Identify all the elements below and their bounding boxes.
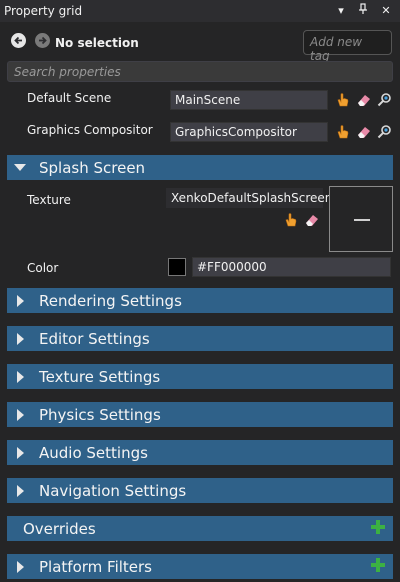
section-navigation-settings[interactable]: Navigation Settings: [7, 478, 393, 503]
chevron-right-icon: [17, 561, 24, 573]
section-audio-settings[interactable]: Audio Settings: [7, 440, 393, 465]
graphics-compositor-label: Graphics Compositor: [27, 123, 153, 137]
hand-pointer-icon[interactable]: [335, 92, 351, 108]
chevron-right-icon: [17, 409, 24, 421]
section-editor-settings[interactable]: Editor Settings: [7, 326, 393, 351]
add-icon[interactable]: [371, 520, 385, 534]
section-title: Splash Screen: [39, 159, 146, 177]
forward-button[interactable]: [35, 33, 50, 48]
color-value-field[interactable]: #FF000000: [192, 257, 391, 277]
texture-field[interactable]: XenkoDefaultSplashScreen: [166, 188, 332, 208]
select-asset-icon[interactable]: [377, 92, 393, 108]
chevron-right-icon: [17, 371, 24, 383]
arrow-left-icon: [14, 36, 22, 45]
window-title: Property grid: [4, 4, 83, 18]
section-title: Platform Filters: [39, 558, 152, 576]
section-platform-filters[interactable]: Platform Filters: [7, 554, 393, 579]
texture-label: Texture: [27, 193, 71, 207]
add-icon[interactable]: [371, 558, 385, 572]
section-title: Audio Settings: [39, 444, 148, 462]
section-texture-settings[interactable]: Texture Settings: [7, 364, 393, 389]
eraser-icon[interactable]: [356, 124, 372, 140]
eraser-icon[interactable]: [356, 92, 372, 108]
chevron-down-icon: [14, 164, 26, 171]
arrow-right-icon: [39, 36, 47, 45]
texture-preview[interactable]: [329, 186, 393, 252]
search-properties-input[interactable]: Search properties: [7, 61, 393, 82]
back-button[interactable]: [11, 33, 26, 48]
dropdown-arrow-icon[interactable]: ▾: [334, 3, 348, 19]
section-title: Rendering Settings: [39, 292, 182, 310]
section-title: Texture Settings: [39, 368, 161, 386]
default-scene-field[interactable]: MainScene: [170, 90, 328, 110]
default-scene-label: Default Scene: [27, 91, 112, 105]
chevron-right-icon: [17, 485, 24, 497]
section-physics-settings[interactable]: Physics Settings: [7, 402, 393, 427]
empty-preview-icon: [354, 219, 370, 221]
pin-icon[interactable]: [356, 3, 370, 19]
title-bar: Property grid ▾ ✕: [0, 0, 400, 22]
section-rendering-settings[interactable]: Rendering Settings: [7, 288, 393, 313]
color-swatch[interactable]: [168, 258, 186, 276]
chevron-right-icon: [17, 447, 24, 459]
section-title: Editor Settings: [39, 330, 150, 348]
section-overrides[interactable]: Overrides: [7, 516, 393, 541]
section-title: Physics Settings: [39, 406, 161, 424]
select-asset-icon[interactable]: [377, 124, 393, 140]
section-title: Navigation Settings: [39, 482, 187, 500]
add-tag-input[interactable]: Add new tag: [303, 30, 392, 63]
close-icon[interactable]: ✕: [379, 3, 393, 19]
hand-pointer-icon[interactable]: [335, 124, 351, 140]
chevron-right-icon: [17, 333, 24, 345]
eraser-icon[interactable]: [304, 212, 320, 228]
chevron-right-icon: [17, 295, 24, 307]
color-label: Color: [27, 261, 59, 275]
section-title: Overrides: [23, 520, 96, 538]
selection-label: No selection: [55, 36, 139, 50]
graphics-compositor-field[interactable]: GraphicsCompositor: [170, 122, 328, 142]
section-splash-screen[interactable]: Splash Screen: [7, 155, 393, 180]
hand-pointer-icon[interactable]: [283, 212, 299, 228]
